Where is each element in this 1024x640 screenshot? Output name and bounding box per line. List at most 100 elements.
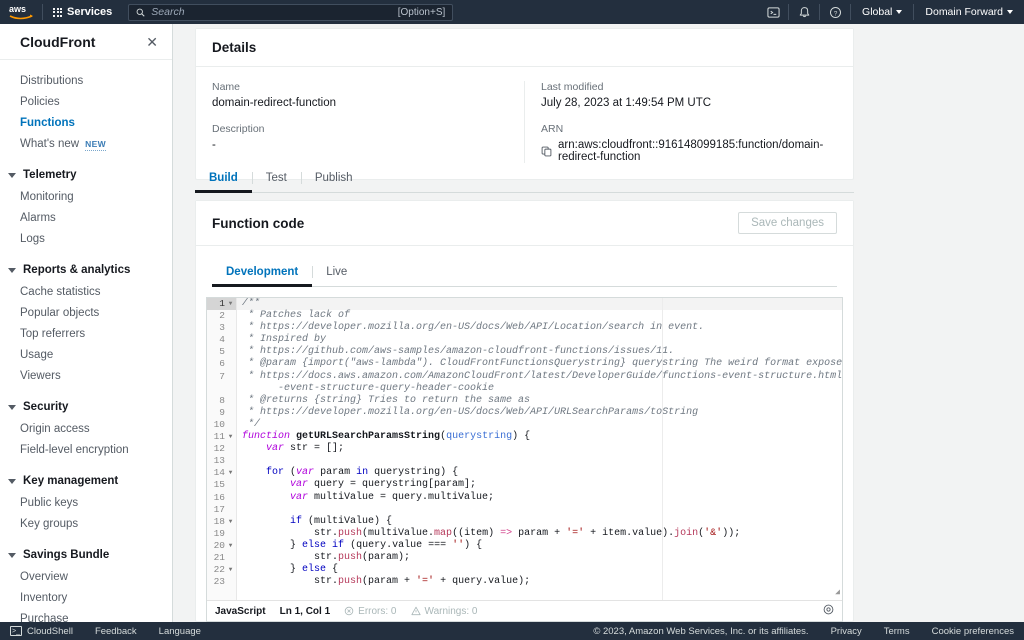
sidebar-item-policies[interactable]: Policies <box>0 91 172 112</box>
code-editor-container[interactable]: 1▼234567891011▼121314▼15161718▼1920▼2122… <box>206 297 843 622</box>
sidebar-item-whats-new[interactable]: What's new NEW <box>0 133 172 154</box>
sidebar-item-functions[interactable]: Functions <box>0 112 172 133</box>
aws-logo[interactable]: aws <box>0 0 42 24</box>
sidebar-item-usage[interactable]: Usage <box>0 344 172 365</box>
footer-cloudshell[interactable]: >_ CloudShell <box>10 626 73 637</box>
editor-code-line[interactable]: } else if (query.value === '') { <box>237 540 842 552</box>
editor-code-line[interactable]: str.push(param + '=' + query.value); <box>237 576 842 588</box>
fold-toggle-icon[interactable]: ▼ <box>227 564 234 576</box>
new-badge: NEW <box>85 139 106 151</box>
editor-code-line[interactable]: * https://developer.mozilla.org/en-US/do… <box>237 322 842 334</box>
editor-code-line[interactable]: */ <box>237 419 842 431</box>
sidebar-item-public-keys[interactable]: Public keys <box>0 492 172 513</box>
sidebar-item-label: What's new <box>20 138 79 150</box>
fold-toggle-icon[interactable]: ▼ <box>227 540 234 552</box>
editor-code-line[interactable]: function getURLSearchParamsString(querys… <box>237 431 842 443</box>
fold-toggle-icon[interactable]: ▼ <box>227 298 234 310</box>
editor-code-line[interactable]: /** <box>237 298 842 310</box>
sidebar-group-savings-bundle[interactable]: Savings Bundle <box>0 544 172 566</box>
footer-cookie-preferences[interactable]: Cookie preferences <box>932 626 1014 637</box>
footer-terms[interactable]: Terms <box>884 626 910 637</box>
editor-code-line[interactable]: str.push(param); <box>237 552 842 564</box>
editor-code-line[interactable]: var query = querystring[param]; <box>237 479 842 491</box>
function-code-header: Function code Save changes <box>196 201 853 246</box>
sidebar-item-overview[interactable]: Overview <box>0 566 172 587</box>
cloudshell-icon[interactable] <box>758 0 788 24</box>
editor-code-line[interactable]: * @returns {string} Tries to return the … <box>237 395 842 407</box>
editor-line-number: 5 <box>207 346 236 358</box>
editor-code-line[interactable]: str.push(multiValue.map((item) => param … <box>237 528 842 540</box>
sidebar-item-cache-statistics[interactable]: Cache statistics <box>0 281 172 302</box>
fold-toggle-icon[interactable]: ▼ <box>227 431 234 443</box>
sidebar-item-origin-access[interactable]: Origin access <box>0 418 172 439</box>
gear-icon[interactable] <box>823 604 834 618</box>
sidebar-item-field-level-encryption[interactable]: Field-level encryption <box>0 439 172 460</box>
fold-toggle-icon[interactable]: ▼ <box>227 516 234 528</box>
code-subtabs: Development Live <box>212 246 837 287</box>
details-column-right: Last modified July 28, 2023 at 1:49:54 P… <box>524 81 853 163</box>
sidebar-group-reports-analytics[interactable]: Reports & analytics <box>0 259 172 281</box>
account-selector[interactable]: Domain Forward <box>914 0 1024 24</box>
footer-language[interactable]: Language <box>159 626 201 637</box>
sidebar-item-top-referrers[interactable]: Top referrers <box>0 323 172 344</box>
fold-toggle-icon[interactable]: ▼ <box>227 467 234 479</box>
region-selector[interactable]: Global <box>851 0 913 24</box>
editor-code-line[interactable]: * https://developer.mozilla.org/en-US/do… <box>237 407 842 419</box>
editor-code-line[interactable]: var multiValue = query.multiValue; <box>237 492 842 504</box>
bell-icon[interactable] <box>789 0 819 24</box>
editor-code-line[interactable] <box>237 504 842 516</box>
editor-code-line[interactable]: for (var param in querystring) { <box>237 467 842 479</box>
editor-code-line[interactable]: } else { <box>237 564 842 576</box>
editor-code-line[interactable]: * https://github.com/aws-samples/amazon-… <box>237 346 842 358</box>
footer-feedback[interactable]: Feedback <box>95 626 137 637</box>
sidebar-item-logs[interactable]: Logs <box>0 228 172 249</box>
editor-code-line[interactable]: if (multiValue) { <box>237 516 842 528</box>
tab-build[interactable]: Build <box>195 164 252 192</box>
editor-line-number: 22▼ <box>207 564 236 576</box>
subtab-development[interactable]: Development <box>212 258 312 286</box>
chevron-down-icon <box>8 479 16 484</box>
editor-code-line[interactable]: * Patches lack of <box>237 310 842 322</box>
editor-language[interactable]: JavaScript <box>215 606 266 617</box>
code-editor[interactable]: 1▼234567891011▼121314▼15161718▼1920▼2122… <box>207 298 842 600</box>
sidebar-item-label: Popular objects <box>20 307 99 319</box>
sidebar-item-label: Field-level encryption <box>20 444 129 456</box>
close-icon[interactable]: ✕ <box>146 35 158 49</box>
editor-code-line[interactable]: * https://docs.aws.amazon.com/AmazonClou… <box>237 371 842 383</box>
copy-icon[interactable] <box>541 146 552 157</box>
editor-warnings-label: Warnings: 0 <box>425 606 478 617</box>
sidebar-item-alarms[interactable]: Alarms <box>0 207 172 228</box>
resize-grip-icon[interactable]: ◢ <box>835 587 840 599</box>
footer-cloudshell-label: CloudShell <box>27 626 73 637</box>
tab-test[interactable]: Test <box>252 164 301 192</box>
editor-code-line[interactable]: -event-structure-query-header-cookie <box>237 383 842 395</box>
sidebar-item-purchase[interactable]: Purchase <box>0 608 172 622</box>
sidebar-item-distributions[interactable]: Distributions <box>0 70 172 91</box>
editor-code-line[interactable]: * @param {import("aws-lambda"). CloudFro… <box>237 358 842 370</box>
subtab-live[interactable]: Live <box>312 258 361 286</box>
global-search-box[interactable]: [Option+S] <box>128 4 453 21</box>
editor-code-line[interactable] <box>237 455 842 467</box>
sidebar-group-telemetry[interactable]: Telemetry <box>0 164 172 186</box>
save-changes-button[interactable]: Save changes <box>738 212 837 234</box>
sidebar-item-popular-objects[interactable]: Popular objects <box>0 302 172 323</box>
field-label-arn: ARN <box>541 123 837 135</box>
field-label-description: Description <box>212 123 508 135</box>
services-menu-button[interactable]: Services <box>43 0 122 24</box>
footer-privacy[interactable]: Privacy <box>831 626 862 637</box>
search-input[interactable] <box>151 6 391 18</box>
sidebar-item-key-groups[interactable]: Key groups <box>0 513 172 534</box>
question-circle-icon[interactable]: ? <box>820 0 850 24</box>
editor-code-line[interactable]: var str = []; <box>237 443 842 455</box>
sidebar-group-security[interactable]: Security <box>0 396 172 418</box>
sidebar-group-key-management[interactable]: Key management <box>0 470 172 492</box>
editor-line-number: 12 <box>207 443 236 455</box>
field-value-arn: arn:aws:cloudfront::916148099185:functio… <box>558 139 837 163</box>
sidebar-item-inventory[interactable]: Inventory <box>0 587 172 608</box>
tab-publish[interactable]: Publish <box>301 164 367 192</box>
editor-code-line[interactable]: * Inspired by <box>237 334 842 346</box>
sidebar-item-viewers[interactable]: Viewers <box>0 365 172 386</box>
editor-code-area[interactable]: /** * Patches lack of * https://develope… <box>237 298 842 600</box>
subtab-label: Live <box>326 266 347 278</box>
sidebar-item-monitoring[interactable]: Monitoring <box>0 186 172 207</box>
